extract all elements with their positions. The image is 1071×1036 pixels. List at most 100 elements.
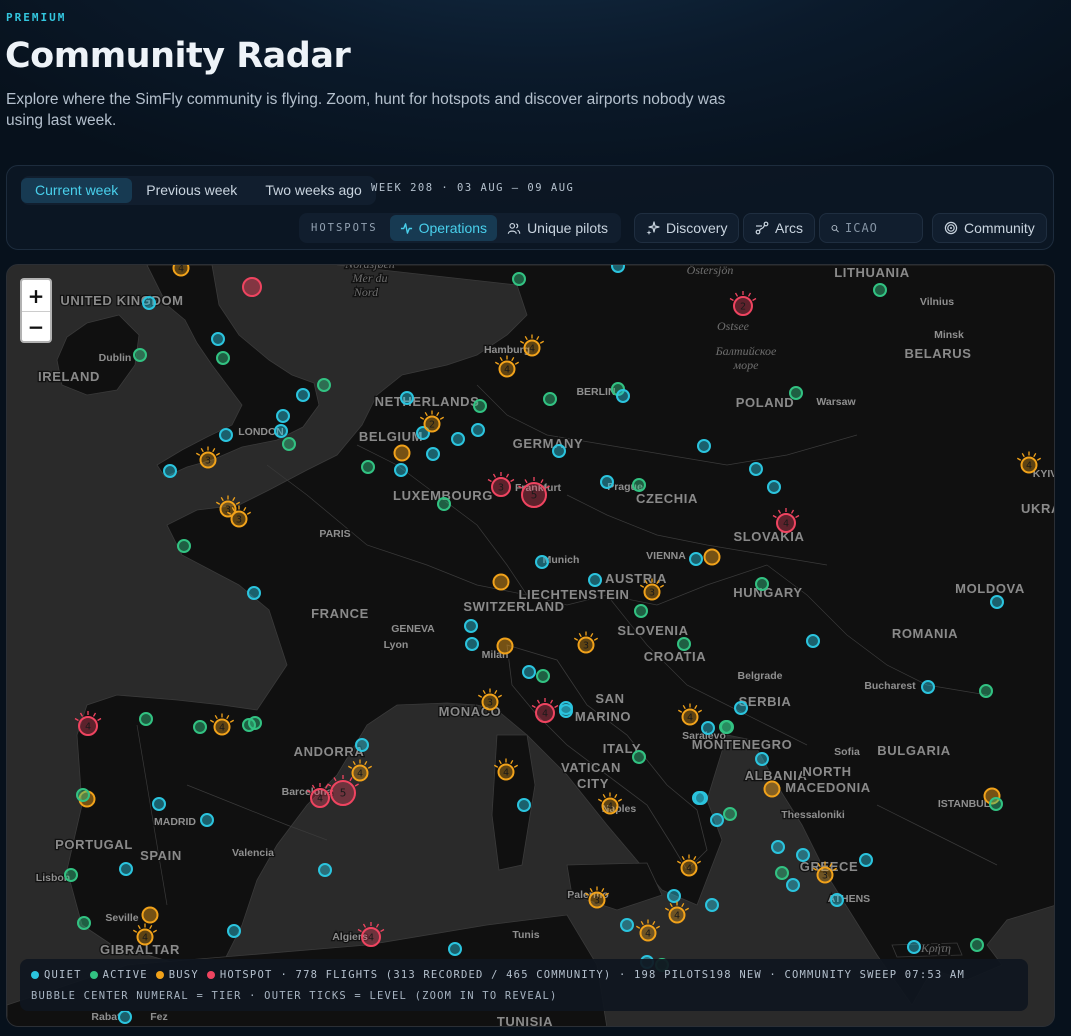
icao-search[interactable] [819,213,923,243]
airport-marker-active[interactable] [242,718,256,732]
airport-marker-quiet[interactable] [755,752,769,766]
airport-marker-quiet[interactable] [276,409,290,423]
airport-marker-quiet[interactable] [465,637,479,651]
airport-marker-active[interactable] [723,807,737,821]
airport-marker-quiet[interactable] [318,863,332,877]
airport-marker-quiet[interactable] [697,439,711,453]
airport-marker-quiet[interactable] [588,573,602,587]
arcs-button[interactable]: Arcs [743,213,815,243]
airport-marker-quiet[interactable] [535,555,549,569]
airport-marker-quiet[interactable] [247,586,261,600]
airport-marker-quiet[interactable] [701,721,715,735]
airport-marker-quiet[interactable] [710,813,724,827]
airport-marker-quiet[interactable] [749,462,763,476]
airport-marker-active[interactable] [677,637,691,651]
airport-marker-quiet[interactable] [274,424,288,438]
airport-marker-quiet[interactable] [796,848,810,862]
airport-marker-quiet[interactable] [296,388,310,402]
airport-marker-quiet[interactable] [786,878,800,892]
airport-marker-active[interactable] [873,283,887,297]
tab-current-week[interactable]: Current week [21,178,133,203]
airport-marker-active[interactable] [133,348,147,362]
airport-marker-active[interactable] [979,684,993,698]
airport-marker-quiet[interactable] [142,296,156,310]
airport-marker-quiet[interactable] [771,840,785,854]
airport-marker-quiet[interactable] [616,389,630,403]
airport-marker-active[interactable] [139,712,153,726]
airport-marker-quiet[interactable] [600,475,614,489]
airport-marker-quiet[interactable] [464,619,478,633]
community-button[interactable]: Community [932,213,1047,243]
airport-marker-quiet[interactable] [448,942,462,956]
airport-marker-active[interactable] [512,272,526,286]
airport-marker-quiet[interactable] [830,893,844,907]
airport-marker-busy[interactable] [492,573,510,591]
airport-marker-busy[interactable] [393,444,411,462]
zoom-in-button[interactable]: + [22,280,50,311]
airport-marker-busy[interactable] [496,637,514,655]
discovery-button[interactable]: Discovery [634,213,740,243]
airport-marker-quiet[interactable] [689,552,703,566]
airport-marker-quiet[interactable] [400,391,414,405]
operations-button[interactable]: Operations [389,215,498,241]
airport-marker-active[interactable] [634,604,648,618]
airport-marker-quiet[interactable] [620,918,634,932]
airport-marker-quiet[interactable] [611,265,625,273]
airport-marker-quiet[interactable] [451,432,465,446]
airport-marker-quiet[interactable] [200,813,214,827]
airport-marker-quiet[interactable] [990,595,1004,609]
icao-search-input[interactable] [845,221,911,235]
airport-marker-quiet[interactable] [694,791,708,805]
airport-marker-quiet[interactable] [522,665,536,679]
airport-marker-quiet[interactable] [921,680,935,694]
airport-marker-active[interactable] [216,351,230,365]
map-canvas[interactable]: UNITED KINGDOMIRELANDDublinLONDONNETHERL… [7,265,1055,1027]
tab-previous-week[interactable]: Previous week [132,178,251,203]
airport-marker-active[interactable] [632,750,646,764]
airport-marker-quiet[interactable] [227,924,241,938]
airport-marker-active[interactable] [76,788,90,802]
airport-marker-active[interactable] [77,916,91,930]
airport-marker-active[interactable] [193,720,207,734]
airport-marker-active[interactable] [970,938,984,952]
airport-marker-quiet[interactable] [426,447,440,461]
airport-marker-quiet[interactable] [667,889,681,903]
airport-marker-quiet[interactable] [552,444,566,458]
airport-marker-active[interactable] [789,386,803,400]
airport-marker-quiet[interactable] [907,940,921,954]
airport-marker-quiet[interactable] [152,797,166,811]
airport-marker-active[interactable] [536,669,550,683]
airport-marker-active[interactable] [177,539,191,553]
airport-marker-active[interactable] [720,720,734,734]
airport-marker-quiet[interactable] [517,798,531,812]
airport-marker-busy[interactable] [763,780,781,798]
zoom-out-button[interactable]: − [22,311,50,341]
airport-marker-active[interactable] [543,392,557,406]
airport-marker-quiet[interactable] [119,862,133,876]
airport-marker-active[interactable] [64,868,78,882]
airport-marker-active[interactable] [317,378,331,392]
airport-marker-quiet[interactable] [806,634,820,648]
airport-marker-busy[interactable] [141,906,159,924]
unique-pilots-button[interactable]: Unique pilots [497,215,618,241]
radar-map[interactable]: UNITED KINGDOM IRELAND Dublin LONDON NETHERL… [6,264,1055,1027]
airport-marker-quiet[interactable] [118,1010,132,1024]
airport-marker-quiet[interactable] [471,423,485,437]
airport-marker-active[interactable] [755,577,769,591]
airport-marker-active[interactable] [632,478,646,492]
airport-marker-quiet[interactable] [355,738,369,752]
airport-marker-busy[interactable] [703,548,721,566]
airport-marker-active[interactable] [282,437,296,451]
airport-marker-active[interactable] [989,797,1003,811]
airport-marker-active[interactable] [361,460,375,474]
airport-marker-quiet[interactable] [767,480,781,494]
airport-marker-quiet[interactable] [559,704,573,718]
airport-marker-quiet[interactable] [394,463,408,477]
airport-marker-quiet[interactable] [734,701,748,715]
airport-marker-active[interactable] [473,399,487,413]
airport-marker-quiet[interactable] [705,898,719,912]
airport-marker-hotspot[interactable] [242,277,262,297]
tab-two-weeks-ago[interactable]: Two weeks ago [251,178,376,203]
airport-marker-active[interactable] [775,866,789,880]
airport-marker-active[interactable] [437,497,451,511]
